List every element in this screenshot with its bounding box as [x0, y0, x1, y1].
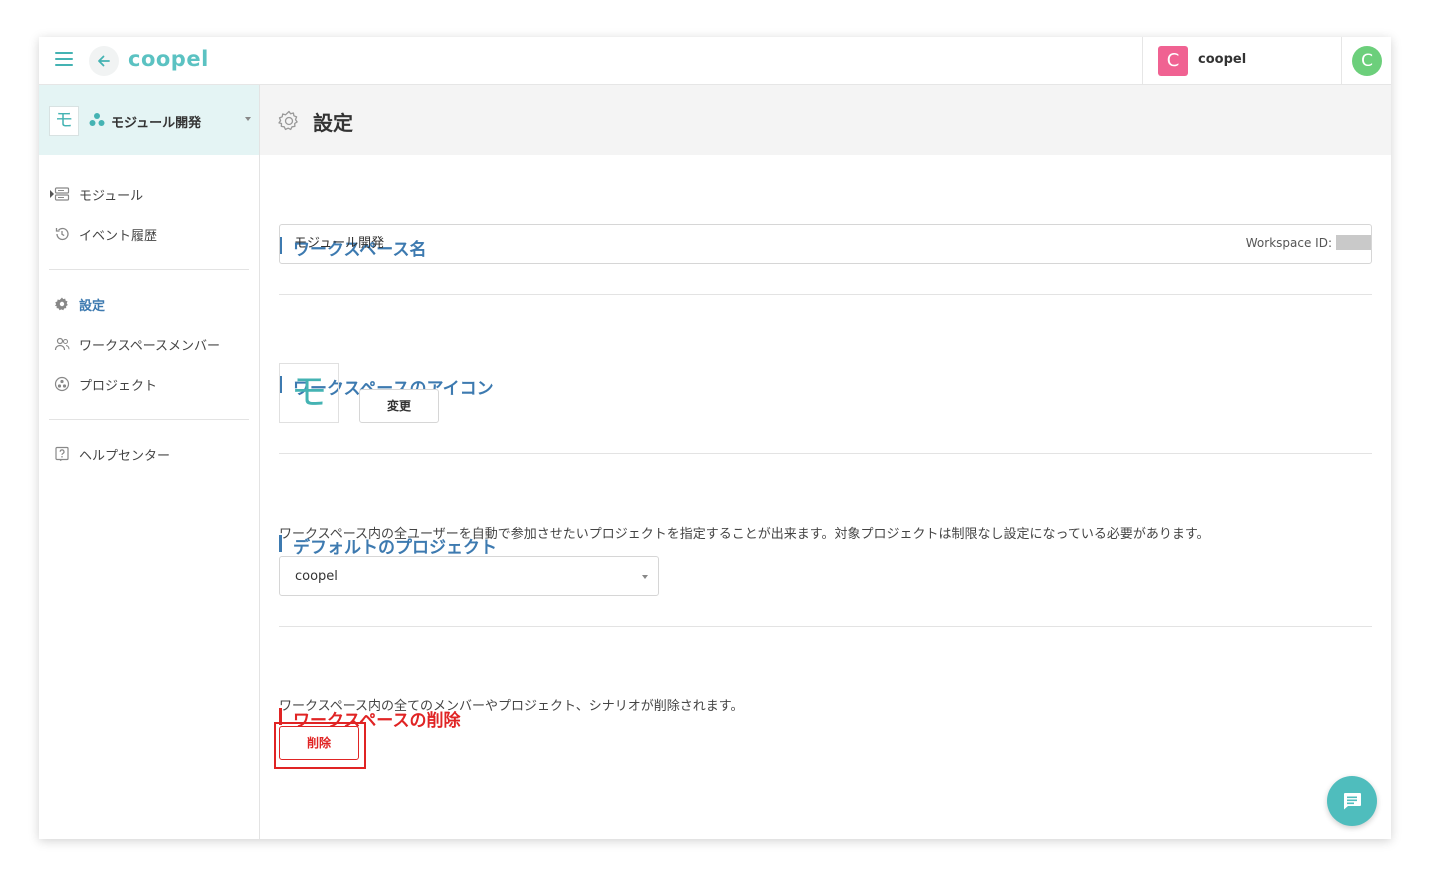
chat-icon — [1344, 793, 1361, 810]
server-icon — [53, 185, 71, 203]
help-icon — [53, 445, 71, 463]
section-divider — [279, 294, 1372, 295]
change-icon-button[interactable]: 変更 — [359, 389, 439, 423]
workspace-name: モジュール開発 — [111, 116, 202, 131]
sidebar-item-label: ワークスペースメンバー — [79, 338, 221, 354]
top-bar: coopel C coopel C — [39, 37, 1391, 85]
user-badge: C — [1158, 46, 1188, 76]
sidebar-item-help-center[interactable]: ヘルプセンター — [49, 439, 249, 469]
sidebar-item-event-history[interactable]: イベント履歴 — [49, 219, 249, 249]
user-name: coopel — [1198, 52, 1247, 67]
sidebar-item-label: プロジェクト — [79, 378, 158, 394]
workspace-switcher[interactable]: モ モジュール開発 — [39, 85, 259, 155]
page-title: 設定 — [313, 111, 353, 135]
page-header: 設定 — [260, 85, 1391, 155]
default-project-selected-value: coopel — [295, 569, 338, 584]
back-button[interactable] — [89, 46, 119, 76]
arrow-left-icon — [98, 55, 110, 67]
users-icon — [53, 335, 71, 353]
sidebar-item-label: モジュール — [79, 188, 144, 204]
sidebar-item-members[interactable]: ワークスペースメンバー — [49, 329, 249, 359]
sidebar-item-settings[interactable]: 設定 — [49, 289, 249, 319]
sidebar: モ モジュール開発 モジュール イベント履歴 設定 ワークスペースメンバー プロ… — [39, 85, 260, 839]
sidebar-divider — [49, 269, 249, 270]
delete-workspace-button[interactable]: 削除 — [279, 726, 359, 760]
sidebar-item-modules[interactable]: モジュール — [49, 179, 249, 209]
default-project-select[interactable]: coopel — [279, 556, 659, 596]
sidebar-item-label: ヘルプセンター — [79, 448, 171, 464]
workspace-icon: モ — [49, 106, 79, 136]
sidebar-item-label: イベント履歴 — [79, 228, 158, 244]
section-divider — [279, 453, 1372, 454]
default-project-description: ワークスペース内の全ユーザーを自動で参加させたいプロジェクトを指定することが出来… — [279, 527, 1210, 542]
account-switcher[interactable]: C coopel — [1142, 37, 1342, 85]
sidebar-item-projects[interactable]: プロジェクト — [49, 369, 249, 399]
sidebar-item-label: 設定 — [79, 298, 106, 314]
workspace-cluster-icon — [89, 113, 105, 126]
chat-button[interactable] — [1327, 776, 1377, 826]
avatar[interactable]: C — [1352, 46, 1382, 76]
workspace-icon-preview: モ — [279, 363, 339, 423]
workspace-name-input[interactable]: モジュール開発 — [279, 224, 1372, 264]
project-icon — [53, 375, 71, 393]
section-divider — [279, 626, 1372, 627]
gear-icon — [53, 295, 71, 313]
main-content: 設定 ワークスペース名 Workspace ID: モジュール開発 ワークスペー… — [260, 85, 1391, 839]
chevron-down-icon — [245, 117, 251, 121]
app-logo[interactable]: coopel — [128, 47, 209, 71]
delete-workspace-description: ワークスペース内の全てのメンバーやプロジェクト、シナリオが削除されます。 — [279, 699, 744, 714]
sidebar-divider — [49, 419, 249, 420]
chevron-down-icon — [642, 575, 648, 579]
menu-icon[interactable] — [55, 52, 73, 68]
expand-arrow-icon[interactable] — [50, 190, 54, 198]
app-window: coopel C coopel C モ モジュール開発 モジュール イベント履歴… — [39, 37, 1391, 839]
gear-icon — [278, 110, 298, 131]
history-icon — [53, 225, 71, 243]
